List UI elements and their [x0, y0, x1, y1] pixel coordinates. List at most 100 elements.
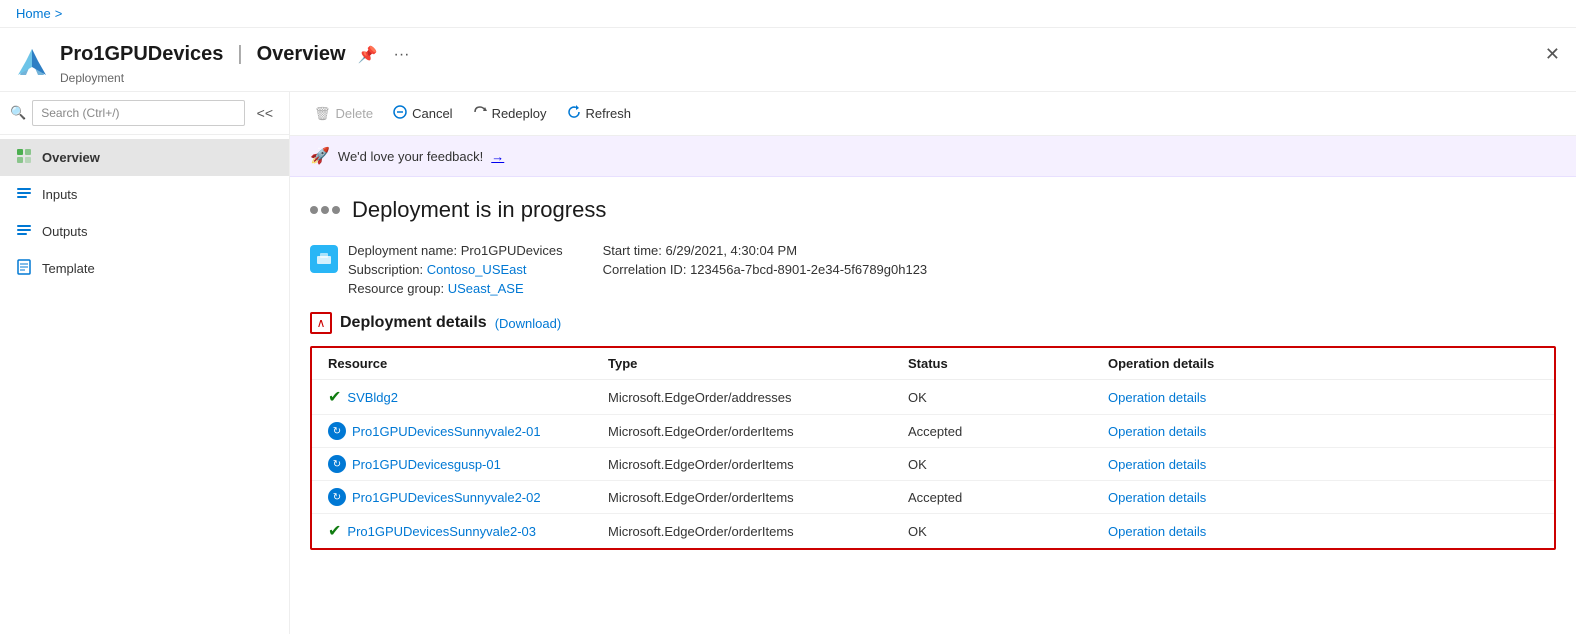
cancel-label: Cancel: [412, 106, 452, 121]
details-title: Deployment details: [340, 314, 487, 332]
resource-cell: ✔ SVBldg2: [312, 380, 592, 415]
collapse-details-button[interactable]: ∧: [310, 312, 332, 334]
type-cell: Microsoft.EdgeOrder/orderItems: [592, 514, 892, 549]
search-bar: 🔍 <<: [0, 92, 289, 135]
download-link[interactable]: (Download): [495, 316, 561, 331]
feedback-link[interactable]: →: [491, 149, 504, 164]
title-bar: Pro1GPUDevices | Overview 📌 ··· Deployme…: [0, 28, 1576, 92]
search-icon: 🔍: [10, 105, 26, 121]
resource-group-link[interactable]: USeast_ASE: [448, 281, 524, 296]
status-cell: OK: [892, 448, 1092, 481]
table-header: Resource Type Status Operation details: [312, 348, 1554, 380]
content-area: 🗑 Delete Cancel Redeploy Refresh: [290, 92, 1576, 634]
feedback-text: We'd love your feedback!: [338, 149, 483, 164]
delete-icon: 🗑: [314, 106, 331, 122]
search-input[interactable]: [32, 100, 244, 126]
more-button[interactable]: ···: [390, 42, 414, 68]
operation-cell: Operation details: [1092, 380, 1554, 415]
ok-icon: ✔: [328, 387, 341, 407]
resource-link[interactable]: Pro1GPUDevicesSunnyvale2-03: [347, 524, 536, 539]
table-body: ✔SVBldg2Microsoft.EdgeOrder/addressesOKO…: [312, 380, 1554, 549]
operation-details-link[interactable]: Operation details: [1108, 524, 1206, 539]
col-resource: Resource: [312, 348, 592, 380]
cancel-button[interactable]: Cancel: [385, 100, 460, 127]
col-status: Status: [892, 348, 1092, 380]
status-cell: OK: [892, 514, 1092, 549]
operation-cell: Operation details: [1092, 415, 1554, 448]
operation-details-link[interactable]: Operation details: [1108, 490, 1206, 505]
title-separator: |: [237, 43, 242, 66]
delete-button[interactable]: 🗑 Delete: [306, 101, 381, 127]
deployment-logo-icon: [310, 245, 338, 273]
sidebar-item-outputs[interactable]: Outputs: [0, 213, 289, 250]
deployment-name-row: Deployment name: Pro1GPUDevices: [348, 243, 563, 258]
template-icon: [16, 259, 32, 278]
inputs-icon: [16, 185, 32, 204]
table-row: ↻Pro1GPUDevicesgusp-01Microsoft.EdgeOrde…: [312, 448, 1554, 481]
overview-icon: [16, 148, 32, 167]
resource-cell: ↻Pro1GPUDevicesSunnyvale2-01: [312, 415, 592, 448]
refresh-icon: [567, 105, 581, 122]
resource-cell: ↻Pro1GPUDevicesgusp-01: [312, 448, 592, 481]
sidebar-item-inputs[interactable]: Inputs: [0, 176, 289, 213]
redeploy-label: Redeploy: [492, 106, 547, 121]
resource-group-row: Resource group: USeast_ASE: [348, 281, 563, 296]
azure-logo: [16, 47, 48, 79]
operation-details-link[interactable]: Operation details: [1108, 390, 1206, 405]
status-cell: Accepted: [892, 415, 1092, 448]
resource-link[interactable]: Pro1GPUDevicesSunnyvale2-02: [352, 490, 541, 505]
sidebar-item-overview[interactable]: Overview: [0, 139, 289, 176]
subscription-link[interactable]: Contoso_USEast: [427, 262, 527, 277]
resource-cell: ✔Pro1GPUDevicesSunnyvale2-03: [312, 514, 592, 549]
breadcrumb-separator: >: [55, 6, 63, 21]
refresh-label: Refresh: [586, 106, 632, 121]
page-name: Overview: [257, 43, 346, 66]
deployment-name-value: Pro1GPUDevices: [461, 243, 563, 258]
type-cell: Microsoft.EdgeOrder/orderItems: [592, 481, 892, 514]
sidebar-item-template[interactable]: Template: [0, 250, 289, 287]
details-header: ∧ Deployment details (Download): [310, 312, 1556, 334]
main-layout: 🔍 << Overview: [0, 92, 1576, 634]
sidebar-item-inputs-label: Inputs: [42, 187, 77, 202]
status-dots: [310, 206, 340, 214]
close-button[interactable]: ✕: [1545, 44, 1560, 65]
sidebar-item-template-label: Template: [42, 261, 95, 276]
resource-link[interactable]: SVBldg2: [347, 390, 398, 405]
refresh-button[interactable]: Refresh: [559, 100, 640, 127]
feedback-icon: 🚀: [310, 146, 330, 166]
operation-cell: Operation details: [1092, 481, 1554, 514]
redeploy-button[interactable]: Redeploy: [465, 100, 555, 127]
breadcrumb-home[interactable]: Home: [16, 6, 51, 21]
resource-link[interactable]: Pro1GPUDevicesgusp-01: [352, 457, 501, 472]
delete-label: Delete: [336, 106, 374, 121]
col-operation: Operation details: [1092, 348, 1554, 380]
table-row: ↻Pro1GPUDevicesSunnyvale2-02Microsoft.Ed…: [312, 481, 1554, 514]
subscription-row: Subscription: Contoso_USEast: [348, 262, 563, 277]
resource-cell: ↻Pro1GPUDevicesSunnyvale2-02: [312, 481, 592, 514]
table-row: ✔SVBldg2Microsoft.EdgeOrder/addressesOKO…: [312, 380, 1554, 415]
operation-details-link[interactable]: Operation details: [1108, 424, 1206, 439]
start-time-value: 6/29/2021, 4:30:04 PM: [666, 243, 798, 258]
start-time-row: Start time: 6/29/2021, 4:30:04 PM: [603, 243, 928, 258]
sidebar: 🔍 << Overview: [0, 92, 290, 634]
table-row: ↻Pro1GPUDevicesSunnyvale2-01Microsoft.Ed…: [312, 415, 1554, 448]
correlation-value: 123456a-7bcd-8901-2e34-5f6789g0h123: [690, 262, 927, 277]
operation-details-link[interactable]: Operation details: [1108, 457, 1206, 472]
toolbar: 🗑 Delete Cancel Redeploy Refresh: [290, 92, 1576, 136]
title-bar-text: Pro1GPUDevices | Overview 📌 ··· Deployme…: [60, 41, 1560, 85]
resource-link[interactable]: Pro1GPUDevicesSunnyvale2-01: [352, 424, 541, 439]
deployment-info-left: Deployment name: Pro1GPUDevices Subscrip…: [348, 243, 563, 296]
collapse-sidebar-button[interactable]: <<: [251, 103, 279, 123]
operation-cell: Operation details: [1092, 514, 1554, 549]
status-cell: OK: [892, 380, 1092, 415]
pin-button[interactable]: 📌: [354, 41, 382, 69]
deployment-table: Resource Type Status Operation details ✔…: [312, 348, 1554, 548]
operation-cell: Operation details: [1092, 448, 1554, 481]
sidebar-item-overview-label: Overview: [42, 150, 100, 165]
nav-items: Overview Inputs: [0, 135, 289, 291]
type-cell: Microsoft.EdgeOrder/orderItems: [592, 448, 892, 481]
breadcrumb: Home >: [0, 0, 1576, 28]
redeploy-icon: [473, 105, 487, 122]
table-row: ✔Pro1GPUDevicesSunnyvale2-03Microsoft.Ed…: [312, 514, 1554, 549]
sidebar-item-outputs-label: Outputs: [42, 224, 88, 239]
